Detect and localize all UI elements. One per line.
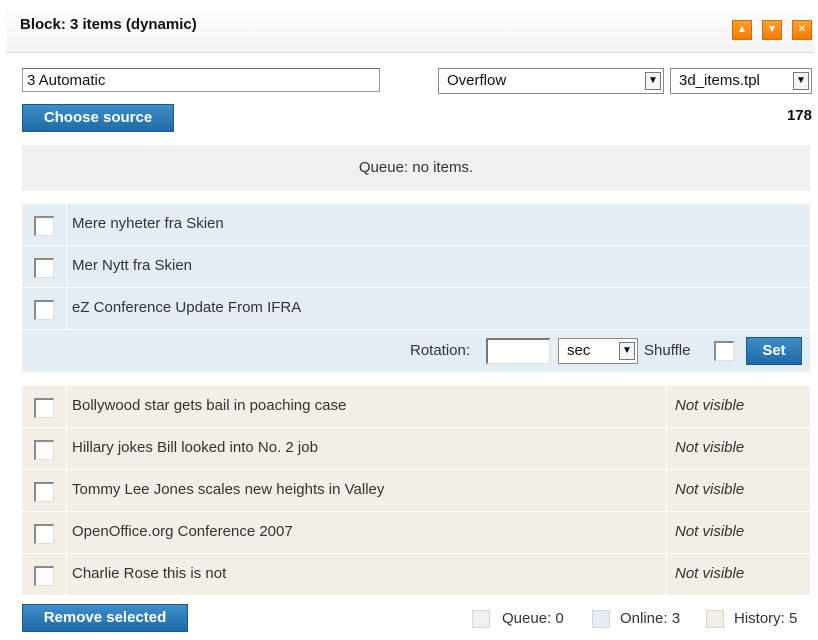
item-title: Bollywood star gets bail in poaching cas… bbox=[72, 397, 347, 414]
rotation-controls: Rotation: sec ▼ Shuffle Set bbox=[22, 330, 810, 372]
dropdown-arrow-icon: ▼ bbox=[619, 342, 635, 360]
table-row: Charlie Rose this is not Not visible bbox=[22, 554, 810, 596]
list-item: Mere nyheter fra Skien bbox=[22, 204, 810, 246]
queue-section: Queue: no items. bbox=[22, 145, 810, 191]
visibility-status: Not visible bbox=[675, 481, 745, 498]
overflow-select-value: Overflow bbox=[447, 72, 507, 89]
legend-label: History: 5 bbox=[734, 610, 798, 627]
block-panel: Block: 3 items (dynamic) ▲ ▼ ✕ Overflow … bbox=[6, 4, 814, 636]
item-count: 178 bbox=[786, 107, 812, 124]
rotation-unit-value: sec bbox=[567, 342, 591, 359]
choose-source-button[interactable]: Choose source bbox=[22, 104, 174, 132]
legend-history: History: 5 bbox=[706, 608, 814, 630]
block-name-input[interactable] bbox=[22, 68, 380, 92]
rotation-input[interactable] bbox=[486, 338, 550, 364]
item-title: Mer Nytt fra Skien bbox=[72, 257, 193, 274]
move-down-button[interactable]: ▼ bbox=[762, 20, 782, 40]
item-checkbox[interactable] bbox=[34, 566, 54, 586]
legend-online: Online: 3 bbox=[592, 608, 702, 630]
item-checkbox[interactable] bbox=[34, 300, 54, 320]
item-title: Tommy Lee Jones scales new heights in Va… bbox=[72, 481, 385, 498]
item-checkbox[interactable] bbox=[34, 258, 54, 278]
queue-message: Queue: no items. bbox=[358, 159, 474, 176]
table-row: OpenOffice.org Conference 2007 Not visib… bbox=[22, 512, 810, 554]
dropdown-arrow-icon: ▼ bbox=[645, 72, 661, 90]
table-row: Bollywood star gets bail in poaching cas… bbox=[22, 386, 810, 428]
item-title: Mere nyheter fra Skien bbox=[72, 215, 224, 232]
list-item: eZ Conference Update From IFRA bbox=[22, 288, 810, 330]
legend-swatch bbox=[472, 610, 490, 628]
rotation-label: Rotation: bbox=[410, 342, 471, 359]
template-select-value: 3d_items.tpl bbox=[679, 72, 760, 89]
block-title: Block: 3 items (dynamic) bbox=[20, 16, 197, 33]
item-title: Charlie Rose this is not bbox=[72, 565, 227, 582]
remove-selected-button[interactable]: Remove selected bbox=[22, 604, 188, 632]
visibility-status: Not visible bbox=[675, 439, 745, 456]
item-checkbox[interactable] bbox=[34, 440, 54, 460]
shuffle-label: Shuffle bbox=[644, 342, 691, 359]
block-header: Block: 3 items (dynamic) ▲ ▼ ✕ bbox=[6, 4, 814, 53]
item-checkbox[interactable] bbox=[34, 524, 54, 544]
remove-block-button[interactable]: ✕ bbox=[792, 20, 812, 40]
legend-queue: Queue: 0 bbox=[472, 608, 592, 630]
table-row: Hillary jokes Bill looked into No. 2 job… bbox=[22, 428, 810, 470]
item-checkbox[interactable] bbox=[34, 216, 54, 236]
table-row: Tommy Lee Jones scales new heights in Va… bbox=[22, 470, 810, 512]
item-checkbox[interactable] bbox=[34, 482, 54, 502]
legend-label: Online: 3 bbox=[620, 610, 681, 627]
item-title: eZ Conference Update From IFRA bbox=[72, 299, 302, 316]
overflow-select[interactable]: Overflow ▼ bbox=[438, 68, 664, 94]
online-section: Mere nyheter fra Skien Mer Nytt fra Skie… bbox=[22, 204, 810, 372]
rotation-unit-select[interactable]: sec ▼ bbox=[558, 338, 638, 364]
legend-swatch bbox=[706, 610, 724, 628]
history-section: Bollywood star gets bail in poaching cas… bbox=[22, 386, 810, 596]
legend-swatch bbox=[592, 610, 610, 628]
visibility-status: Not visible bbox=[675, 397, 745, 414]
item-title: OpenOffice.org Conference 2007 bbox=[72, 523, 293, 540]
dropdown-arrow-icon: ▼ bbox=[793, 72, 809, 90]
chevron-down-icon: ▼ bbox=[767, 24, 777, 35]
chevron-up-icon: ▲ bbox=[737, 24, 747, 35]
template-select[interactable]: 3d_items.tpl ▼ bbox=[670, 68, 812, 94]
shuffle-checkbox[interactable] bbox=[714, 341, 734, 361]
visibility-status: Not visible bbox=[675, 523, 745, 540]
visibility-status: Not visible bbox=[675, 565, 745, 582]
item-title: Hillary jokes Bill looked into No. 2 job bbox=[72, 439, 318, 456]
list-item: Mer Nytt fra Skien bbox=[22, 246, 810, 288]
close-icon: ✕ bbox=[797, 24, 807, 35]
set-button[interactable]: Set bbox=[746, 337, 802, 365]
legend-label: Queue: 0 bbox=[502, 610, 564, 627]
item-checkbox[interactable] bbox=[34, 398, 54, 418]
move-up-button[interactable]: ▲ bbox=[732, 20, 752, 40]
